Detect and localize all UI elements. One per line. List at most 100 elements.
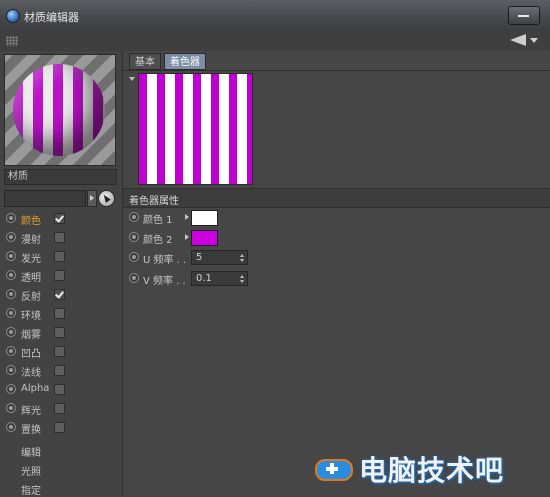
collapse-arrow-icon[interactable] [129,77,135,81]
u-frequency-input[interactable]: 5 [191,250,248,265]
radio-icon[interactable] [6,346,16,356]
channel-row-transparency[interactable]: 透明 [0,267,122,285]
radio-icon[interactable] [6,213,16,223]
channel-label: 凹凸 [21,349,41,360]
channel-row-color[interactable]: 颜色 [0,210,122,228]
dropdown-arrow-icon[interactable] [530,38,538,43]
back-arrow-icon[interactable] [510,34,526,46]
minimize-button[interactable] [508,6,540,25]
tab-basic[interactable]: 基本 [129,53,161,70]
expand-arrow-icon[interactable] [185,234,189,240]
channel-row-reflection[interactable]: 反射 [0,286,122,304]
extra-item-edit[interactable]: 编辑 [21,444,41,459]
window-title: 材质编辑器 [24,11,79,24]
channel-row-displacement[interactable]: 置换 [0,419,122,437]
channel-row-glow[interactable]: 辉光 [0,400,122,418]
prop-label: 颜色 1 [143,215,173,226]
grip-icon[interactable] [6,36,18,46]
channel-row-luminance[interactable]: 发光 [0,248,122,266]
toolbar [0,31,550,52]
v-frequency-value: 0.1 [196,273,212,284]
channel-label: 置换 [21,425,41,436]
prop-row-u-frequency: U 频率 . . 5 [128,249,548,267]
radio-icon[interactable] [6,289,16,299]
channel-row-environment[interactable]: 环境 [0,305,122,323]
channel-row-normal[interactable]: 法线 [0,362,122,380]
radio-icon[interactable] [129,273,139,283]
prop-label: V 频率 . . [143,276,186,287]
channel-checkbox[interactable] [54,384,65,395]
channel-label: 颜色 [21,216,41,227]
v-frequency-input[interactable]: 0.1 [191,271,248,286]
radio-icon[interactable] [129,212,139,222]
extra-item-illumination[interactable]: 光照 [21,463,41,478]
expand-arrow-icon[interactable] [185,214,189,220]
prop-row-v-frequency: V 频率 . . 0.1 [128,270,548,288]
channel-label: 法线 [21,368,41,379]
channel-checkbox[interactable] [54,327,65,338]
title-bar: 材质编辑器 [0,0,550,32]
color1-swatch[interactable] [191,210,218,226]
spin-down-icon[interactable] [240,259,244,262]
channel-checkbox[interactable] [54,403,65,414]
radio-icon[interactable] [6,308,16,318]
properties-title: 着色器属性 [129,196,179,207]
channel-checkbox[interactable] [54,270,65,281]
spin-down-icon[interactable] [240,280,244,283]
radio-icon[interactable] [6,251,16,261]
channel-checkbox[interactable] [54,346,65,357]
spin-up-icon[interactable] [240,254,244,257]
radio-icon[interactable] [6,403,16,413]
prop-label: 颜色 2 [143,235,173,246]
channel-checkbox[interactable] [54,289,65,300]
channel-checkbox[interactable] [54,308,65,319]
cursor-icon [101,193,111,203]
channel-checkbox[interactable] [54,232,65,243]
tab-shader[interactable]: 着色器 [164,53,206,70]
channel-panel: 材质 颜色 漫射 发光 透明 反射 环境 烟雾 凹凸 法线 Alpha 辉光 置… [0,51,123,497]
shader-preview [138,73,253,185]
prop-row-color1: 颜色 1 [128,209,548,227]
properties-header: 着色器属性 [123,188,550,208]
radio-icon[interactable] [6,384,16,394]
channel-checkbox[interactable] [54,251,65,262]
channel-label: 烟雾 [21,330,41,341]
layer-input[interactable] [4,190,86,207]
picker-button[interactable] [98,190,115,207]
radio-icon[interactable] [129,252,139,262]
layer-arrow-button[interactable] [87,190,97,207]
prop-row-color2: 颜色 2 [128,229,548,247]
channel-row-fog[interactable]: 烟雾 [0,324,122,342]
material-name-field[interactable]: 材质 [4,169,117,185]
material-preview[interactable] [4,54,116,166]
channel-label: 发光 [21,254,41,265]
channel-label: 漫射 [21,235,41,246]
channel-checkbox[interactable] [54,422,65,433]
radio-icon[interactable] [6,327,16,337]
radio-icon[interactable] [6,270,16,280]
watermark: 电脑技术吧 [313,443,550,491]
radio-icon[interactable] [6,232,16,242]
play-arrow-icon [90,195,94,201]
channel-label: Alpha [21,383,50,394]
color2-swatch[interactable] [191,230,218,246]
tab-divider [123,70,550,71]
radio-icon[interactable] [6,422,16,432]
radio-icon[interactable] [6,365,16,375]
channel-label: 反射 [21,292,41,303]
channel-label: 环境 [21,311,41,322]
u-frequency-value: 5 [196,252,203,263]
spin-up-icon[interactable] [240,275,244,278]
channel-row-diffusion[interactable]: 漫射 [0,229,122,247]
channel-row-alpha[interactable]: Alpha [0,381,122,399]
radio-icon[interactable] [129,232,139,242]
extra-item-assign[interactable]: 指定 [21,482,41,497]
channel-label: 透明 [21,273,41,284]
watermark-text: 电脑技术吧 [359,454,505,487]
channel-row-bump[interactable]: 凹凸 [0,343,122,361]
prop-label: U 频率 . . [143,255,187,266]
attributes-panel: 基本 着色器 着色器属性 颜色 1 颜色 2 U 频率 . . 5 V 频率 .… [123,51,550,496]
channel-checkbox[interactable] [54,365,65,376]
watermark-logo-icon [313,449,355,481]
channel-checkbox[interactable] [54,213,65,224]
